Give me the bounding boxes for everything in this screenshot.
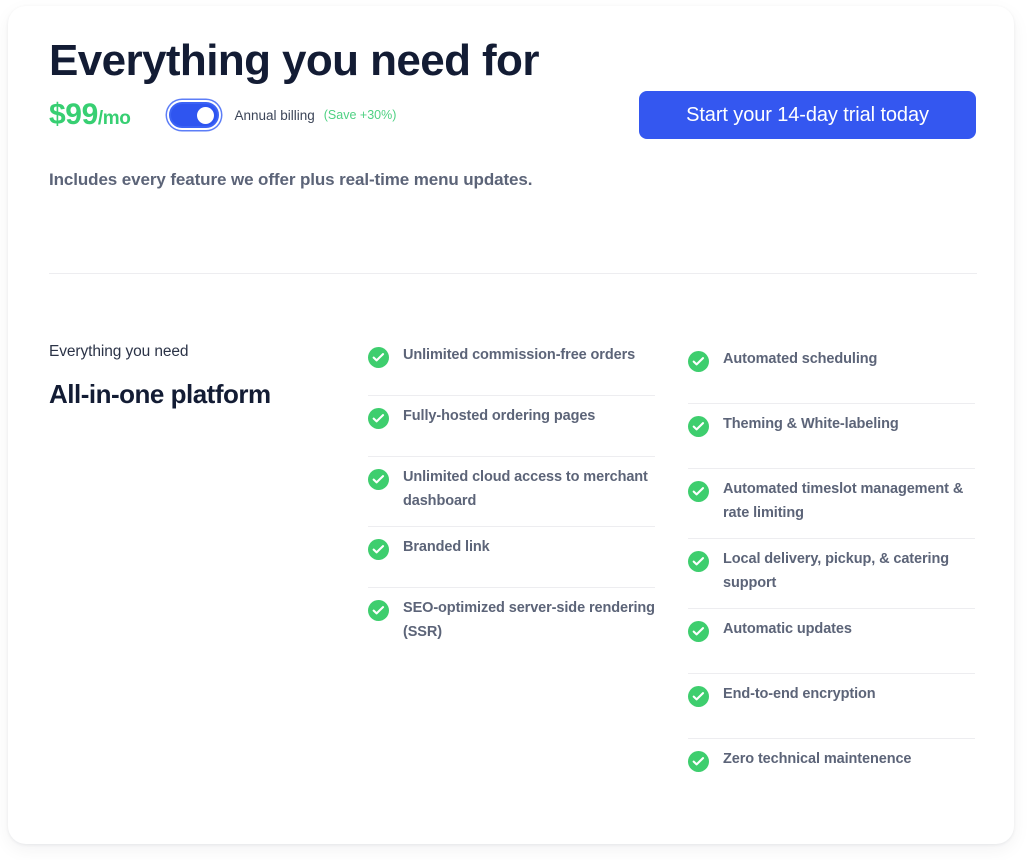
- features-eyebrow: Everything you need: [49, 343, 189, 360]
- features-heading: All-in-one platform: [49, 379, 271, 409]
- page-title: Everything you need for: [49, 36, 539, 85]
- toggle-knob: [197, 107, 215, 125]
- price-display: $99/mo: [49, 98, 131, 132]
- feature-label: SEO-optimized server-side rendering (SSR…: [403, 599, 655, 640]
- annual-billing-label: Annual billing: [234, 107, 315, 123]
- features-intro-column: Everything you need All-in-one platform: [49, 335, 368, 804]
- feature-label: Theming & White-labeling: [723, 416, 899, 432]
- pricing-card: Everything you need for $99/mo Annual bi…: [8, 6, 1014, 844]
- column-spacer: [655, 335, 688, 804]
- features-section: Everything you need All-in-one platform …: [49, 335, 977, 804]
- feature-label: Zero technical maintenence: [723, 750, 912, 767]
- feature-label: Automatic updates: [723, 620, 852, 637]
- start-trial-button[interactable]: Start your 14-day trial today: [639, 91, 976, 139]
- feature-label: Unlimited commission-free orders: [403, 347, 636, 363]
- list-item: Zero technical maintenence: [688, 739, 975, 804]
- feature-label: End-to-end encryption: [723, 685, 876, 702]
- list-item: Branded link: [368, 527, 655, 588]
- check-circle-icon: [368, 469, 389, 490]
- billing-toggle-group[interactable]: Annual billing (Save +30%): [169, 102, 397, 129]
- check-circle-icon: [688, 685, 709, 707]
- check-circle-icon: [688, 620, 709, 642]
- list-item: SEO-optimized server-side rendering (SSR…: [368, 588, 655, 657]
- feature-label: Fully-hosted ordering pages: [403, 408, 596, 424]
- check-circle-icon: [688, 481, 709, 502]
- price-period: /mo: [97, 108, 131, 130]
- check-circle-icon: [688, 750, 709, 772]
- feature-label: Automated scheduling: [723, 351, 878, 367]
- check-circle-icon: [688, 416, 709, 437]
- feature-label: Automated timeslot management & rate lim…: [723, 481, 964, 521]
- check-circle-icon: [688, 351, 709, 372]
- check-circle-icon: [368, 347, 389, 368]
- check-circle-icon: [688, 550, 709, 572]
- list-item: Local delivery, pickup, & catering suppo…: [688, 539, 975, 609]
- list-item: Theming & White-labeling: [688, 404, 975, 469]
- feature-label: Branded link: [403, 538, 490, 555]
- hero-subtitle: Includes every feature we offer plus rea…: [49, 170, 533, 189]
- list-item: Fully-hosted ordering pages: [368, 396, 655, 457]
- list-item: Automatic updates: [688, 609, 975, 674]
- list-item: Unlimited cloud access to merchant dashb…: [368, 457, 655, 527]
- feature-label: Unlimited cloud access to merchant dashb…: [403, 469, 648, 509]
- list-item: End-to-end encryption: [688, 674, 975, 739]
- price-amount: $99: [49, 98, 98, 132]
- list-item: Automated timeslot management & rate lim…: [688, 469, 975, 539]
- check-circle-icon: [368, 408, 389, 429]
- feature-column-left: Unlimited commission-free orders Fully-h…: [368, 335, 655, 804]
- hero-divider: [49, 273, 977, 274]
- list-item: Unlimited commission-free orders: [368, 335, 655, 396]
- check-circle-icon: [368, 538, 389, 560]
- list-item: Automated scheduling: [688, 339, 975, 404]
- savings-badge: (Save +30%): [323, 108, 397, 123]
- annual-billing-toggle[interactable]: [169, 102, 220, 129]
- check-circle-icon: [368, 599, 389, 621]
- feature-column-right: Automated scheduling Theming & White-lab…: [688, 339, 975, 804]
- feature-label: Local delivery, pickup, & catering suppo…: [723, 550, 949, 591]
